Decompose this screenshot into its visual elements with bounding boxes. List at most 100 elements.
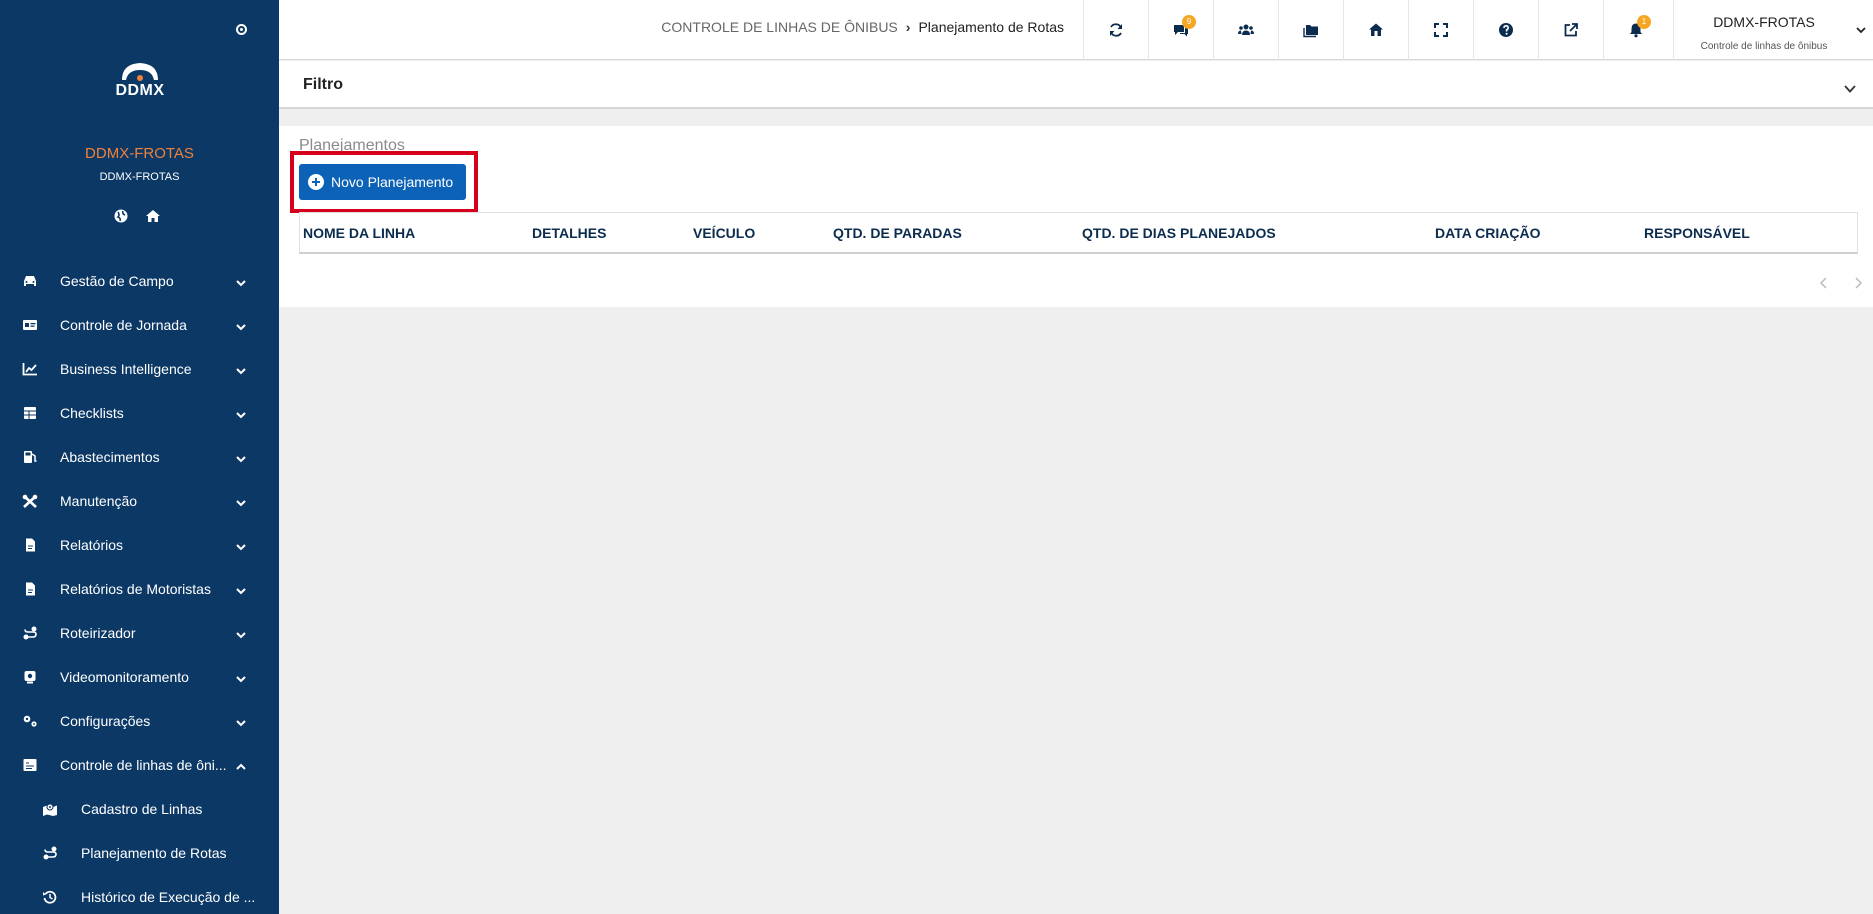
user-name: DDMX-FROTAS (1713, 14, 1815, 30)
chevron-down-icon (1856, 22, 1866, 34)
column-header[interactable]: RESPONSÁVEL (1644, 225, 1750, 241)
table-header: NOME DA LINHA DETALHES VEÍCULO QTD. DE P… (299, 212, 1858, 254)
home-icon[interactable] (145, 208, 161, 224)
id-card-icon (22, 318, 38, 332)
chevron-right-icon[interactable] (1853, 276, 1863, 289)
camera-icon (22, 670, 38, 684)
filter-title: Filtro (303, 76, 343, 93)
sidebar-item-relatorios[interactable]: Relatórios (0, 523, 279, 567)
chevron-down-icon (236, 539, 246, 551)
route-icon (42, 846, 58, 860)
logo-text: DDMX (115, 82, 165, 99)
external-link-button[interactable] (1538, 0, 1603, 60)
car-icon (22, 274, 38, 288)
breadcrumb-parent[interactable]: CONTROLE DE LINHAS DE ÔNIBUS (661, 19, 898, 35)
folder-icon (1303, 25, 1318, 38)
sidebar-item-label: Gestão de Campo (60, 273, 174, 289)
messages-button[interactable]: 9 (1148, 0, 1213, 60)
sidebar-item-checklists[interactable]: Checklists (0, 391, 279, 435)
sidebar-subitem-planejamento-de-rotas[interactable]: Planejamento de Rotas (0, 831, 279, 875)
refresh-icon (1110, 23, 1122, 37)
chevron-down-icon[interactable] (1844, 81, 1856, 93)
users-button[interactable] (1213, 0, 1278, 60)
plannings-panel: Planejamentos Novo Planejamento NOME DA … (279, 126, 1873, 307)
sidebar-item-label: Relatórios (60, 537, 124, 553)
help-button[interactable] (1473, 0, 1538, 60)
sidebar-item-label: Videomonitoramento (60, 669, 189, 685)
chart-line-icon (22, 362, 38, 376)
sidebar-item-label: Controle de linhas de ôni... (60, 757, 227, 773)
sidebar-item-label: Relatórios de Motoristas (60, 581, 211, 597)
map-marked-icon (42, 802, 58, 816)
sidebar-item-manutencao[interactable]: Manutenção (0, 479, 279, 523)
file-icon (22, 582, 38, 596)
globe-icon[interactable] (113, 208, 129, 224)
user-menu[interactable]: DDMX-FROTAS Controle de linhas de ônibus (1673, 0, 1873, 60)
logo: DDMX (100, 58, 180, 104)
institution-button[interactable] (1343, 0, 1408, 60)
sidebar-subitem-label: Cadastro de Linhas (81, 801, 203, 817)
sidebar-item-abastecimentos[interactable]: Abastecimentos (0, 435, 279, 479)
sidebar-item-videomonitoramento[interactable]: Videomonitoramento (0, 655, 279, 699)
sidebar-item-configuracoes[interactable]: Configurações (0, 699, 279, 743)
refresh-button[interactable] (1083, 0, 1148, 60)
filter-panel[interactable]: Filtro (279, 61, 1873, 109)
plus-circle-icon (308, 174, 324, 190)
chevron-down-icon (236, 407, 246, 419)
question-circle-icon (1499, 23, 1513, 37)
column-header[interactable]: DETALHES (532, 225, 606, 241)
notifications-button[interactable]: 1 (1603, 0, 1668, 60)
new-planning-label: Novo Planejamento (331, 174, 454, 190)
sidebar-subitem-cadastro-de-linhas[interactable]: Cadastro de Linhas (0, 787, 279, 831)
sidebar-item-label: Abastecimentos (60, 449, 160, 465)
sidebar-subitem-label: Planejamento de Rotas (81, 845, 227, 861)
sidebar-item-business-intelligence[interactable]: Business Intelligence (0, 347, 279, 391)
expand-icon (1434, 23, 1448, 37)
bus-doc-icon (22, 758, 38, 772)
chevron-down-icon (236, 275, 246, 287)
column-header[interactable]: QTD. DE PARADAS (833, 225, 962, 241)
user-context: Controle de linhas de ônibus (1700, 41, 1828, 52)
fullscreen-button[interactable] (1408, 0, 1473, 60)
file-icon (22, 538, 38, 552)
sidebar-item-label: Manutenção (60, 493, 138, 509)
chevron-down-icon (236, 715, 246, 727)
new-planning-button[interactable]: Novo Planejamento (299, 164, 466, 200)
history-icon (42, 890, 58, 904)
breadcrumb: CONTROLE DE LINHAS DE ÔNIBUS › Planejament… (661, 19, 1064, 35)
notifications-badge: 1 (1637, 15, 1651, 29)
sidebar-item-label: Controle de Jornada (60, 317, 187, 333)
chevron-down-icon (236, 319, 246, 331)
folders-button[interactable] (1278, 0, 1343, 60)
logo-icon (122, 63, 158, 81)
column-header[interactable]: VEÍCULO (693, 225, 755, 241)
sidebar-item-roteirizador[interactable]: Roteirizador (0, 611, 279, 655)
sidebar-item-label: Checklists (60, 405, 124, 421)
chevron-up-icon (236, 759, 246, 770)
sidebar: DDMX DDMX-FROTAS DDMX-FROTAS Gestão de C… (0, 0, 279, 914)
gas-pump-icon (22, 450, 38, 464)
chevron-down-icon (236, 627, 246, 639)
sidebar-item-relatorios-de-motoristas[interactable]: Relatórios de Motoristas (0, 567, 279, 611)
sidebar-toggle-icon[interactable] (236, 24, 247, 35)
sidebar-item-label: Configurações (60, 713, 151, 729)
breadcrumb-separator-icon: › (905, 19, 911, 35)
column-header[interactable]: NOME DA LINHA (303, 225, 415, 241)
top-bar: CONTROLE DE LINHAS DE ÔNIBUS › Planejament… (279, 0, 1873, 60)
sidebar-subitem-historico-de-execucao[interactable]: Histórico de Execução de ... (0, 875, 279, 914)
sidebar-menu: Gestão de Campo Controle de Jornada Busi… (0, 259, 279, 914)
cogs-icon (22, 714, 38, 728)
house-icon (1369, 23, 1383, 36)
column-header[interactable]: QTD. DE DIAS PLANEJADOS (1082, 225, 1276, 241)
chevron-left-icon[interactable] (1819, 276, 1829, 289)
chevron-down-icon (236, 363, 246, 375)
chevron-down-icon (236, 671, 246, 683)
sidebar-item-controle-de-linhas[interactable]: Controle de linhas de ôni... (0, 743, 279, 787)
table-icon (22, 406, 38, 420)
column-header[interactable]: DATA CRIAÇÃO (1435, 225, 1541, 241)
breadcrumb-current: Planejamento de Rotas (918, 19, 1064, 35)
sidebar-item-gestao-de-campo[interactable]: Gestão de Campo (0, 259, 279, 303)
messages-badge: 9 (1182, 15, 1196, 29)
sidebar-item-controle-de-jornada[interactable]: Controle de Jornada (0, 303, 279, 347)
chevron-down-icon (236, 451, 246, 463)
